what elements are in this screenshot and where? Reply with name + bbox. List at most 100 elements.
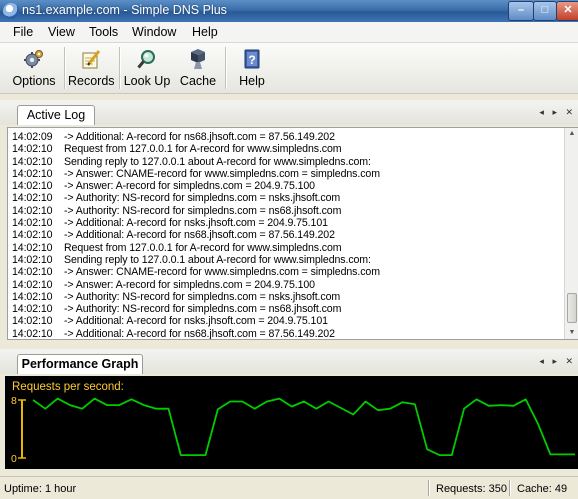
tab-performance-graph[interactable]: Performance Graph [17, 354, 143, 374]
menu-bar: File View Tools Window Help [0, 22, 578, 43]
log-message: -> Authority: NS-record for simpledns.co… [64, 303, 342, 316]
status-separator [428, 480, 430, 496]
menu-view[interactable]: View [48, 25, 75, 39]
gear-icon [24, 50, 43, 68]
menu-tools[interactable]: Tools [89, 25, 118, 39]
notepad-pencil-icon [82, 50, 101, 69]
maximize-button[interactable]: □ [533, 1, 557, 21]
lookup-label: Look Up [123, 74, 171, 88]
log-line: 14:02:10 -> Authority: NS-record for simp… [12, 303, 560, 315]
toolbar-separator [119, 47, 121, 89]
log-message: -> Additional: A-record for nsks.jhsoft.… [64, 315, 328, 328]
performance-graph-tabstrip: Performance Graph ◂ ▸ ✕ [0, 349, 578, 374]
window-title: ns1.example.com - Simple DNS Plus [22, 3, 227, 17]
panel-controls[interactable]: ◂ ▸ ✕ [539, 356, 576, 367]
log-line: 14:02:10 Request from 127.0.0.1 for A-rec… [12, 143, 560, 155]
records-label: Records [68, 74, 115, 88]
lookup-button[interactable]: Look Up [123, 46, 171, 90]
active-log-tabstrip: Active Log ◂ ▸ ✕ [0, 100, 578, 125]
log-message: Request from 127.0.0.1 for A-record for … [64, 143, 342, 156]
magnifier-icon [137, 50, 155, 69]
app-icon [3, 3, 19, 19]
log-line: 14:02:10 Sending reply to 127.0.0.1 about… [12, 254, 560, 266]
log-message: -> Answer: CNAME-record for www.simpledn… [64, 266, 380, 279]
log-lines: 14:02:09 -> Additional: A-record for ns68… [12, 131, 560, 340]
log-line: 14:02:10 -> Additional: A-record for nsks… [12, 315, 560, 327]
log-line: 14:02:10 -> Additional: A-record for ns68… [12, 327, 560, 340]
cache-button[interactable]: Cache [176, 46, 220, 90]
toolbar-separator [225, 47, 227, 89]
log-message: -> Answer: A-record for simpledns.com = … [64, 180, 315, 193]
log-time: 14:02:10 [12, 204, 53, 217]
cache-label: Cache [179, 74, 217, 88]
log-time: 14:02:09 [12, 131, 53, 143]
log-time: 14:02:10 [12, 266, 53, 279]
log-message: -> Authority: NS-record for simpledns.co… [64, 204, 342, 217]
status-bar: Uptime: 1 hour Requests: 350 Cache: 49 [0, 476, 578, 499]
active-log-list[interactable]: 14:02:09 -> Additional: A-record for ns68… [7, 127, 578, 340]
scrollbar-thumb[interactable] [567, 293, 577, 323]
menu-file[interactable]: File [13, 25, 33, 39]
log-time: 14:02:10 [12, 315, 53, 328]
panel-controls[interactable]: ◂ ▸ ✕ [539, 107, 576, 118]
minimize-button[interactable]: – [508, 1, 534, 21]
log-message: -> Additional: A-record for ns68.jhsoft.… [64, 131, 335, 143]
log-message: -> Answer: A-record for simpledns.com = … [64, 278, 315, 291]
log-time: 14:02:10 [12, 253, 53, 266]
svg-text:?: ? [248, 53, 255, 67]
status-separator [509, 480, 511, 496]
log-line: 14:02:10 -> Additional: A-record for ns68… [12, 229, 560, 241]
log-time: 14:02:10 [12, 143, 53, 156]
log-time: 14:02:10 [12, 241, 53, 254]
log-line: 14:02:10 -> Authority: NS-record for simp… [12, 291, 560, 303]
log-time: 14:02:10 [12, 278, 53, 291]
log-time: 14:02:10 [12, 217, 53, 230]
menu-help[interactable]: Help [192, 25, 218, 39]
performance-graph: Requests per second: 8 0 [5, 376, 578, 469]
records-button[interactable]: Records [68, 46, 115, 90]
log-message: -> Additional: A-record for nsks.jhsoft.… [64, 217, 328, 230]
graph-y-tick-label-min: 0 [11, 453, 17, 465]
server-cache-icon [191, 49, 205, 69]
log-time: 14:02:10 [12, 155, 53, 168]
scroll-down-arrow-icon[interactable]: ▼ [565, 327, 578, 339]
log-message: Request from 127.0.0.1 for A-record for … [64, 241, 342, 254]
graph-title: Requests per second: [12, 381, 124, 393]
log-line: 14:02:10 -> Additional: A-record for nsks… [12, 217, 560, 229]
log-time: 14:02:10 [12, 290, 53, 303]
log-line: 14:02:10 -> Answer: CNAME-record for www.… [12, 168, 560, 180]
close-button[interactable]: ✕ [556, 1, 578, 21]
toolbar-separator [64, 47, 66, 89]
options-label: Options [12, 74, 56, 88]
help-label: Help [239, 74, 265, 88]
status-cache: Cache: 49 [517, 483, 568, 495]
performance-chart: Requests per second: 8 0 [11, 381, 575, 465]
help-button[interactable]: ? Help [232, 46, 272, 90]
log-line: 14:02:10 -> Answer: A-record for simpledn… [12, 180, 560, 192]
graph-y-tick-label-max: 8 [11, 395, 17, 407]
vertical-scrollbar[interactable]: ▲ ▼ [564, 128, 578, 339]
log-time: 14:02:10 [12, 303, 53, 316]
title-bar: ns1.example.com - Simple DNS Plus – □ ✕ [0, 0, 578, 22]
tab-active-log[interactable]: Active Log [17, 105, 95, 125]
log-message: -> Additional: A-record for ns68.jhsoft.… [64, 229, 335, 242]
log-line: 14:02:10 -> Authority: NS-record for simp… [12, 192, 560, 204]
log-line: 14:02:10 -> Answer: A-record for simpledn… [12, 279, 560, 291]
menu-window[interactable]: Window [132, 25, 176, 39]
log-message: -> Authority: NS-record for simpledns.co… [64, 290, 341, 303]
status-requests: Requests: 350 [436, 483, 507, 495]
log-time: 14:02:10 [12, 192, 53, 205]
toolbar: Options Records Look Up Cache ? Help [0, 43, 578, 94]
log-line: 14:02:10 Request from 127.0.0.1 for A-rec… [12, 242, 560, 254]
help-book-icon: ? [244, 49, 260, 69]
log-line: 14:02:10 Sending reply to 127.0.0.1 about… [12, 156, 560, 168]
log-message: -> Answer: CNAME-record for www.simpledn… [64, 167, 380, 180]
options-button[interactable]: Options [8, 46, 60, 90]
log-time: 14:02:10 [12, 229, 53, 242]
log-line: 14:02:09 -> Additional: A-record for ns68… [12, 131, 560, 143]
scroll-up-arrow-icon[interactable]: ▲ [565, 128, 578, 140]
log-message: -> Authority: NS-record for simpledns.co… [64, 192, 341, 205]
log-line: 14:02:10 -> Authority: NS-record for simp… [12, 205, 560, 217]
log-time: 14:02:10 [12, 327, 53, 340]
log-message: -> Additional: A-record for ns68.jhsoft.… [64, 327, 335, 340]
